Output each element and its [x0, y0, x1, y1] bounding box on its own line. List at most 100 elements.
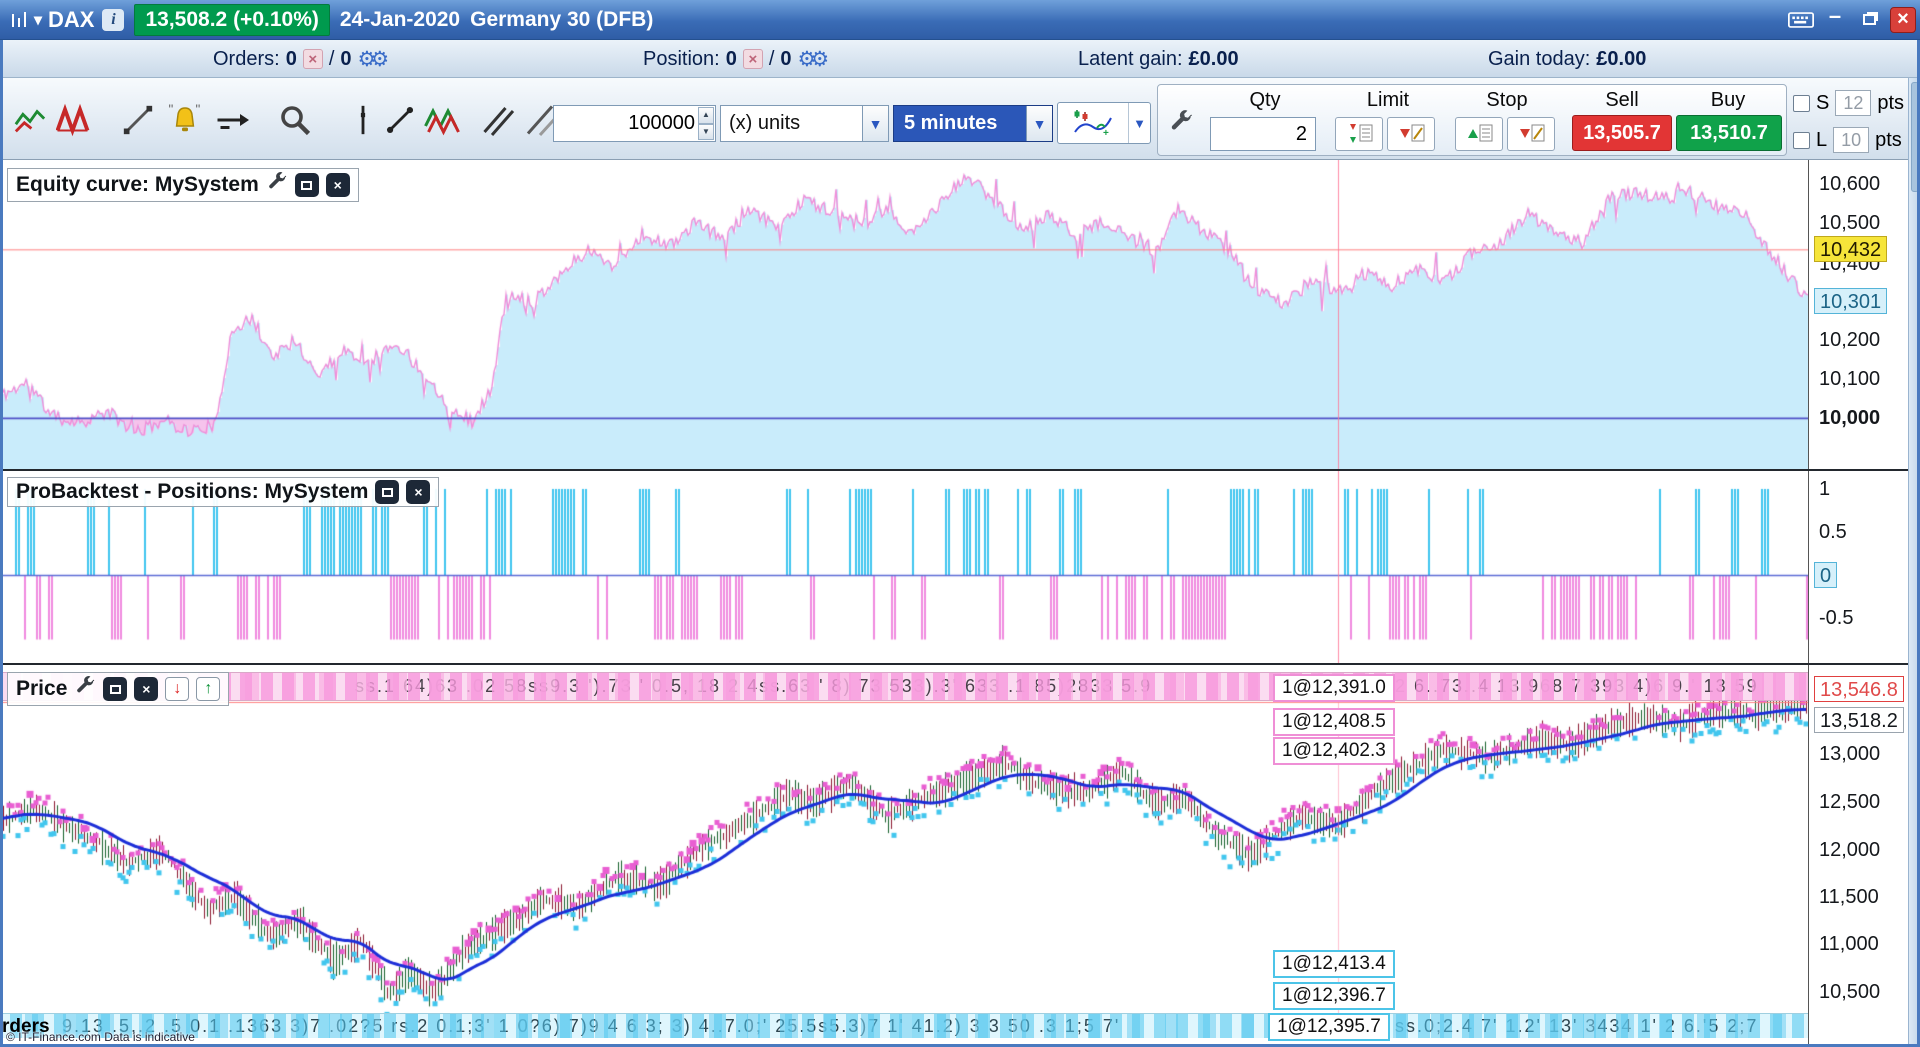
orders-gears-icon[interactable]: ⚙⚙ — [358, 47, 390, 72]
price-axis-label: 12,000 — [1819, 839, 1881, 861]
restore-icon — [1862, 14, 1876, 25]
equity-panel-titlebar: Equity curve: MySystem × — [7, 168, 359, 202]
stop-order-button[interactable] — [1455, 117, 1503, 151]
limit-order-button[interactable] — [1335, 117, 1383, 151]
positions-panel: ProBacktest - Positions: MySystem × 1 0.5… — [0, 471, 1920, 663]
orders-band-fragment: ss.0;2.4 7' 1.2' 13' 3434 1' 2 6.'5 2;7 — [1395, 1016, 1759, 1036]
orders-slash: / — [328, 47, 335, 70]
symbol-label[interactable]: DAX — [48, 7, 94, 33]
chart-type-button[interactable]: + ▼ — [1057, 102, 1151, 144]
price-axis-label: 11,500 — [1819, 886, 1879, 908]
units-select[interactable]: (x) units ▼ — [720, 105, 889, 142]
positions-restore-icon — [381, 487, 393, 497]
long-pts-value[interactable]: 10 — [1833, 127, 1870, 153]
spin-down-icon[interactable]: ▼ — [698, 123, 714, 140]
equity-price-axis[interactable]: 10,600 10,500 10,400 10,432 10,301 10,200 10,1… — [1808, 160, 1908, 469]
timeframe-select-caret-icon[interactable]: ▼ — [1026, 106, 1052, 141]
latent-gain: Latent gain: £0.00 — [1078, 40, 1239, 78]
close-button[interactable]: × — [1890, 6, 1916, 33]
long-protection-row: L 10 pts — [1793, 127, 1902, 153]
keyboard-icon[interactable] — [1788, 7, 1814, 33]
equity-settings-wrench-icon[interactable] — [266, 171, 288, 199]
orders-band-fragment: ss.1 64)63 .02 58ss9.3 ').73 ' 0.5, 18 2… — [355, 676, 1153, 696]
long-protection-checkbox[interactable] — [1793, 131, 1810, 149]
alarm-icon[interactable]: " " — [163, 98, 207, 142]
equity-curve-panel: Equity curve: MySystem × 10,600 10,500 10,… — [0, 160, 1920, 469]
positions-axis-label: -0.5 — [1819, 607, 1854, 629]
main-toolbar: "" ▲ ▼ — [0, 78, 1920, 160]
short-protection-checkbox[interactable] — [1793, 94, 1810, 112]
orders-top-band: ss.1 64)63 .02 58ss9.3 ').73 ' 0.5, 18 2… — [0, 672, 1808, 701]
price-restore-button[interactable] — [103, 677, 128, 701]
equity-restore-button[interactable] — [294, 173, 319, 197]
price-chart-canvas[interactable] — [0, 701, 1808, 1013]
trendline-tool-icon[interactable] — [116, 98, 160, 142]
price-panel-titlebar: Price × ↓ ↑ — [7, 672, 230, 706]
price-axis[interactable]: 13,546.8 13,518.2 13,000 12,500 12,000 11,500… — [1808, 665, 1908, 1045]
price-restore-icon — [109, 684, 121, 694]
price-settings-wrench-icon[interactable] — [74, 675, 96, 703]
sell-button[interactable]: 13,505.7 — [1572, 115, 1672, 151]
order-settings-wrench-icon[interactable] — [1168, 109, 1194, 140]
info-icon[interactable]: i — [102, 8, 125, 31]
trade-label: 1@12,413.4 — [1273, 950, 1395, 978]
limit-order-edit-button[interactable] — [1387, 117, 1435, 151]
quote-badge: 13,508.2 (+0.10%) — [134, 3, 330, 36]
window-left-edge — [0, 40, 3, 1047]
svg-text:": " — [196, 102, 201, 117]
zigzag-waves-icon[interactable] — [420, 98, 464, 142]
quantity-input[interactable] — [554, 106, 715, 141]
orders-label: Orders: — [213, 47, 280, 70]
equity-axis-label: 10,000 — [1819, 407, 1881, 429]
mini-chart-tool-icon[interactable] — [8, 98, 52, 142]
account-statusbar: Orders: 0 × / 0 ⚙⚙ Position: 0 × / 0 ⚙⚙ … — [0, 40, 1920, 78]
short-pts-value[interactable]: 12 — [1835, 90, 1872, 116]
short-label: S — [1816, 91, 1830, 114]
limit-header: Limit — [1366, 89, 1410, 111]
zigzag-pattern-icon[interactable] — [52, 98, 96, 142]
equity-close-button[interactable]: × — [325, 173, 350, 197]
order-qty-input[interactable] — [1211, 118, 1315, 150]
close-position-icon[interactable]: × — [742, 49, 763, 69]
units-select-caret-icon[interactable]: ▼ — [862, 106, 888, 141]
sell-arrow-button[interactable]: ↓ — [165, 677, 190, 701]
price-close-button[interactable]: × — [134, 677, 159, 701]
trade-label: 1@12,408.5 — [1273, 708, 1395, 736]
positions-restore-button[interactable] — [375, 480, 400, 504]
positions-panel-title: ProBacktest - Positions: MySystem — [16, 480, 369, 503]
position-status: Position: 0 × / 0 ⚙⚙ — [643, 40, 829, 78]
chart-icon — [6, 6, 34, 34]
trade-label: 1@12,391.0 — [1273, 674, 1395, 702]
restore-button[interactable] — [1856, 7, 1882, 33]
svg-text:+: + — [1103, 128, 1109, 139]
cancel-orders-icon[interactable]: × — [302, 49, 323, 69]
minimize-button[interactable]: – — [1822, 3, 1848, 33]
position-gears-icon[interactable]: ⚙⚙ — [798, 47, 830, 72]
instrument-name: Germany 30 (DFB) — [470, 7, 654, 31]
equity-chart-canvas[interactable] — [0, 160, 1808, 469]
zoom-icon[interactable] — [273, 98, 317, 142]
latent-gain-label: Latent gain: — [1078, 47, 1183, 70]
positions-close-button[interactable]: × — [406, 480, 431, 504]
segment-tool-icon[interactable] — [378, 98, 422, 142]
buy-button[interactable]: 13,510.7 — [1676, 115, 1782, 151]
short-protection-row: S 12 pts — [1793, 90, 1904, 116]
session-date: 24-Jan-2020 — [339, 7, 461, 31]
trade-label: 1@12,402.3 — [1273, 737, 1395, 765]
positions-axis[interactable]: 1 0.5 0 -0.5 — [1808, 471, 1908, 663]
spin-up-icon[interactable]: ▲ — [698, 107, 714, 124]
panel-divider[interactable] — [0, 663, 1920, 665]
buy-arrow-button[interactable]: ↑ — [196, 677, 221, 701]
horizontal-line-arrow-icon[interactable] — [212, 98, 256, 142]
panel-divider[interactable] — [0, 469, 1920, 471]
chart-type-caret-icon[interactable]: ▼ — [1128, 103, 1150, 143]
equity-axis-label: 10,432 — [1814, 236, 1888, 262]
stop-order-edit-button[interactable] — [1507, 117, 1555, 151]
timeframe-select[interactable]: 5 minutes ▼ — [893, 105, 1053, 142]
long-label: L — [1816, 128, 1828, 151]
parallel-lines-icon[interactable] — [476, 98, 520, 142]
price-panel-title: Price — [16, 677, 68, 700]
symbol-dropdown-caret[interactable]: ▾ — [34, 10, 42, 30]
position-label: Position: — [643, 47, 720, 70]
position-count: 0 — [725, 47, 737, 70]
